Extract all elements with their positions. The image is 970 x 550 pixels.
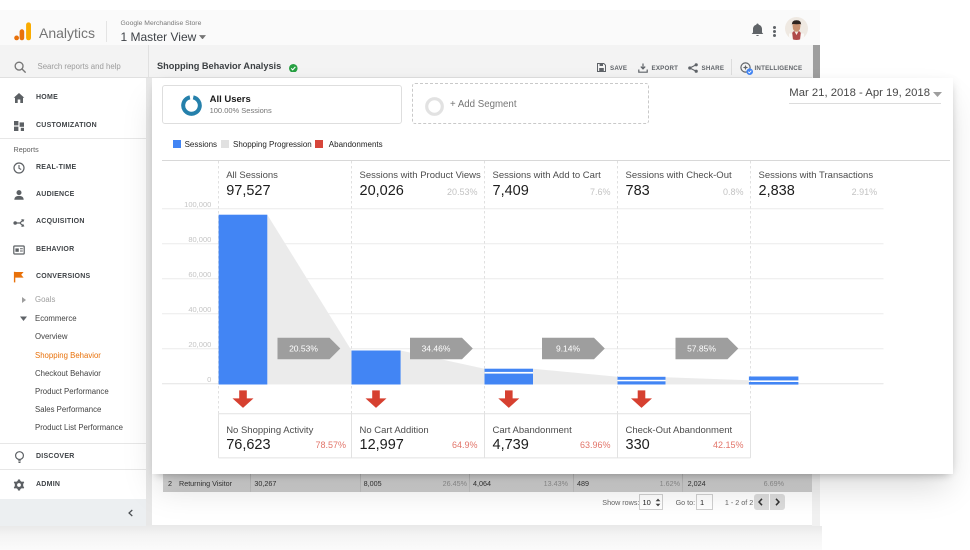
svg-text:34.46%: 34.46% (422, 343, 451, 353)
svg-text:57.85%: 57.85% (687, 343, 716, 353)
svg-text:9.14%: 9.14% (556, 343, 581, 353)
svg-text:20.53%: 20.53% (289, 343, 318, 353)
